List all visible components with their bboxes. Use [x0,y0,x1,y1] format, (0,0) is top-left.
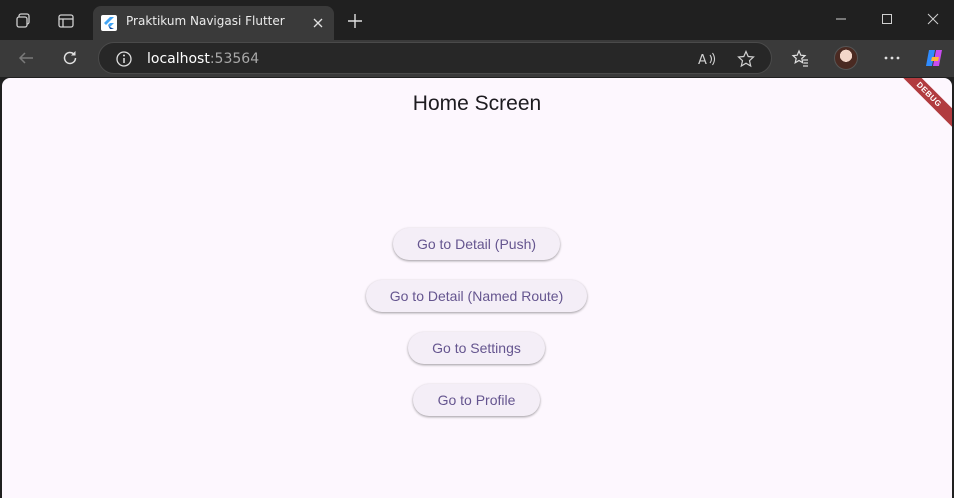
tab-title: Praktikum Navigasi Flutter [126,14,285,28]
more-icon[interactable] [878,44,906,72]
favorites-icon[interactable] [786,44,814,72]
url-host: localhost [147,51,210,67]
url-port: :53564 [209,51,260,67]
svg-text:A: A [698,53,707,68]
address-bar[interactable]: localhost:53564 A [98,42,772,74]
copilot-icon[interactable] [920,44,948,72]
read-aloud-icon[interactable]: A [697,50,717,68]
back-arrow-icon[interactable] [12,44,40,72]
maximize-icon[interactable] [874,6,900,32]
url-text: localhost:53564 [147,51,259,67]
app-viewport: Home Screen Go to Detail (Push) Go to De… [2,78,952,498]
plus-icon[interactable] [342,8,368,34]
go-to-detail-push-button[interactable]: Go to Detail (Push) [393,228,560,260]
browser-window: Praktikum Navigasi Flutter localhost:535… [0,0,954,498]
go-to-settings-button[interactable]: Go to Settings [408,332,545,364]
close-icon[interactable] [920,6,946,32]
refresh-icon[interactable] [56,44,84,72]
minimize-icon[interactable] [828,6,854,32]
info-icon[interactable] [115,50,133,68]
tab-strip: Praktikum Navigasi Flutter [0,0,954,40]
active-tab[interactable]: Praktikum Navigasi Flutter [93,6,334,40]
tab-actions-icon[interactable] [52,8,80,34]
flutter-logo-icon [101,15,117,31]
browser-toolbar: localhost:53564 A [0,40,954,77]
avatar[interactable] [834,46,858,70]
go-to-detail-named-route-button[interactable]: Go to Detail (Named Route) [366,280,587,312]
go-to-profile-button[interactable]: Go to Profile [413,384,540,416]
page-title: Home Screen [412,92,542,115]
star-icon[interactable] [737,50,755,68]
tab-close-icon[interactable] [308,13,328,33]
workspaces-icon[interactable] [10,8,38,34]
